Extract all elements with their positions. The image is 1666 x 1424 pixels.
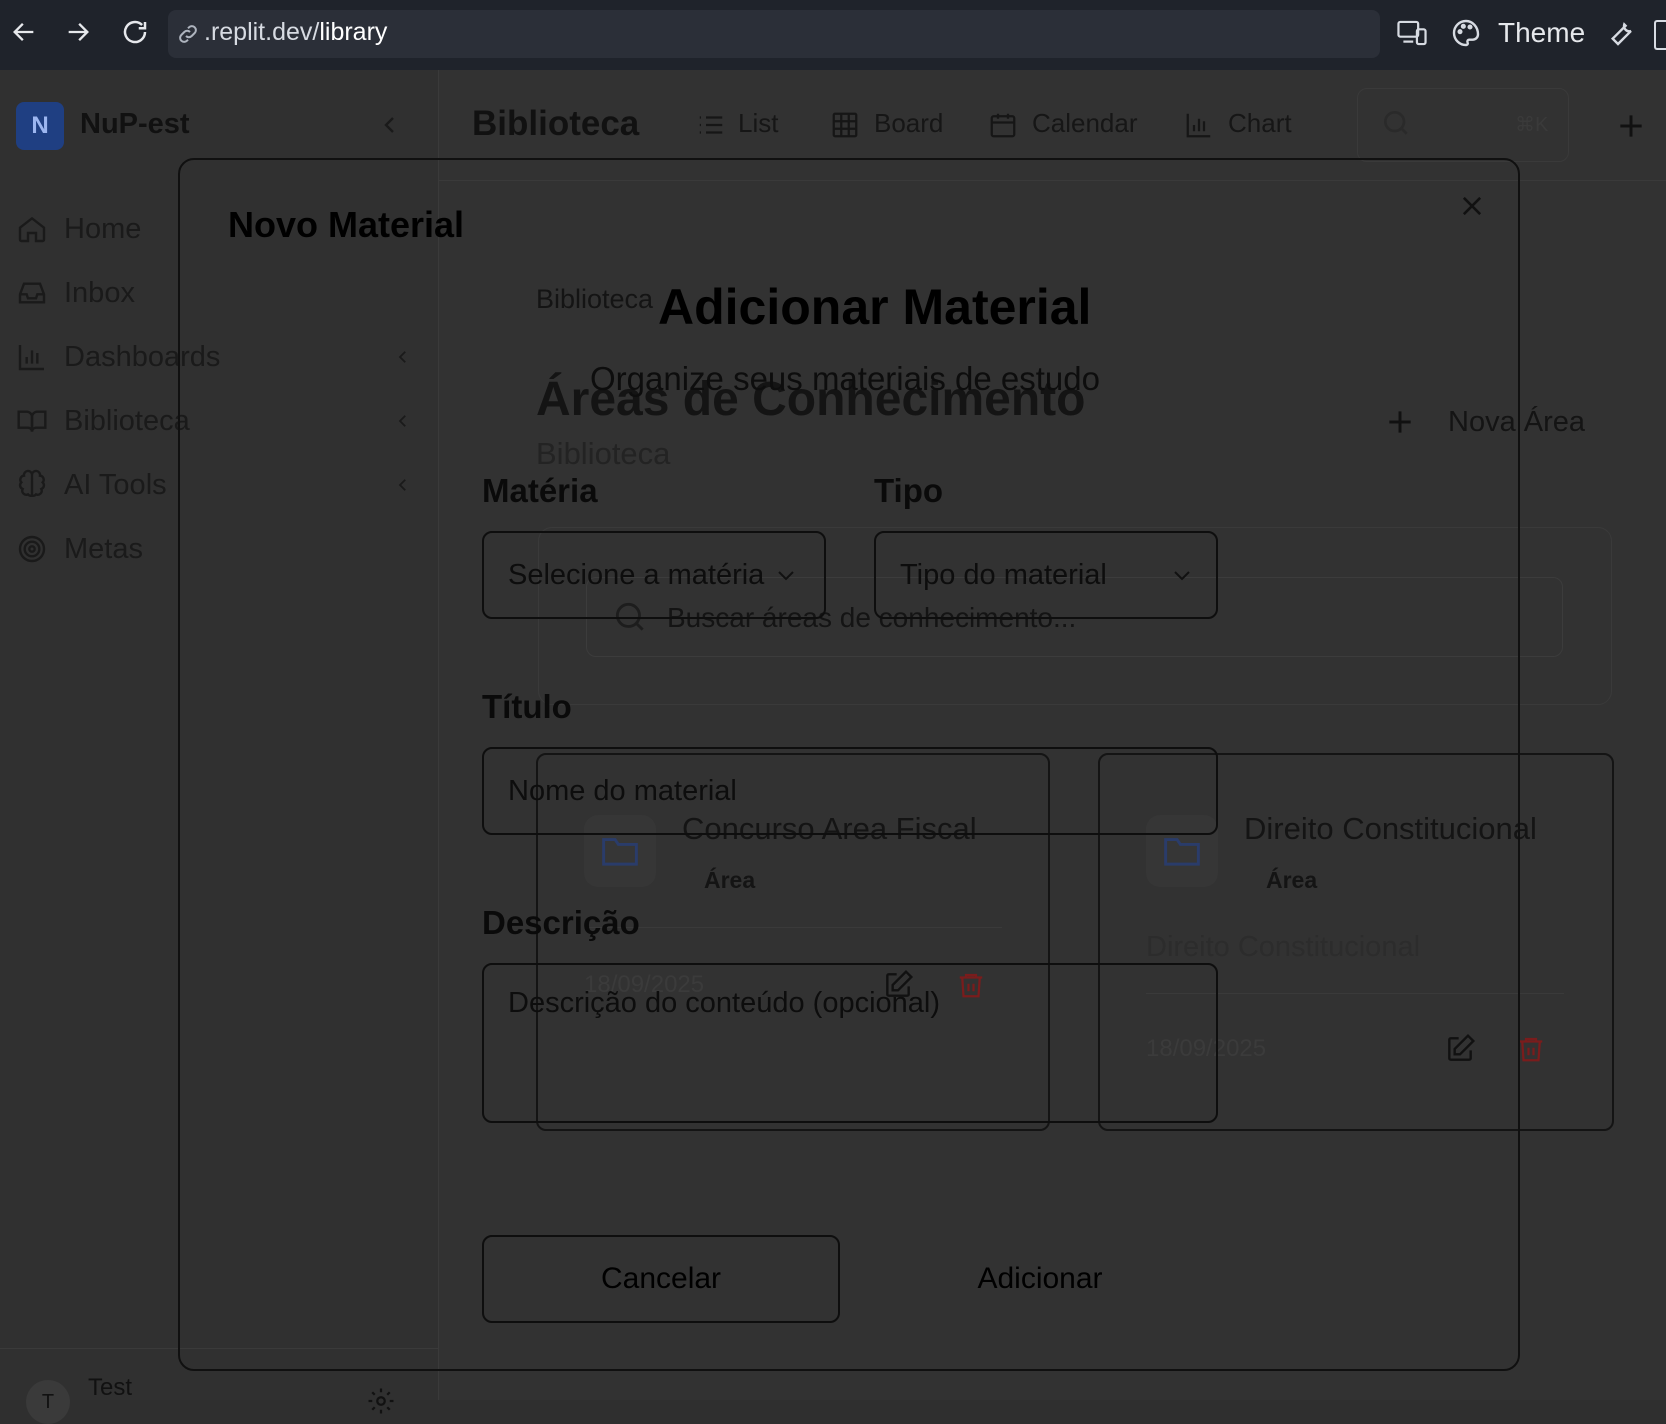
title-label: Título bbox=[482, 688, 572, 725]
subject-select[interactable]: Selecione a matéria bbox=[482, 531, 826, 619]
sidebar-item-label: Biblioteca bbox=[64, 405, 190, 437]
dialog-heading: Adicionar Material bbox=[658, 279, 1092, 335]
wrench-icon[interactable] bbox=[1606, 16, 1638, 48]
reload-icon[interactable] bbox=[120, 17, 150, 47]
close-icon[interactable] bbox=[1458, 192, 1486, 220]
type-placeholder: Tipo do material bbox=[900, 559, 1107, 591]
sidebar-item-label: Home bbox=[64, 213, 142, 245]
sidebar-item-label: Metas bbox=[64, 533, 143, 565]
browser-toolbar: .replit.dev/library Theme bbox=[0, 0, 1666, 70]
type-label: Tipo bbox=[874, 472, 944, 509]
title-input[interactable]: Nome do material bbox=[482, 747, 1218, 835]
type-select[interactable]: Tipo do material bbox=[874, 531, 1218, 619]
target-icon bbox=[16, 533, 48, 565]
tab-label: Chart bbox=[1228, 108, 1292, 138]
description-textarea[interactable]: Descrição do conteúdo (opcional) bbox=[482, 963, 1218, 1123]
user-name[interactable]: Test bbox=[88, 1374, 132, 1402]
plus-icon[interactable] bbox=[1615, 110, 1647, 142]
home-icon bbox=[16, 213, 48, 245]
calendar-icon bbox=[988, 110, 1018, 140]
dialog-title: Novo Material bbox=[228, 204, 465, 245]
url-text: .replit.dev/library bbox=[204, 18, 388, 46]
subject-label: Matéria bbox=[482, 472, 598, 509]
book-icon bbox=[16, 405, 48, 437]
tab-label: List bbox=[738, 108, 779, 138]
grid-icon bbox=[830, 110, 860, 140]
description-placeholder: Descrição do conteúdo (opcional) bbox=[508, 987, 941, 1019]
link-icon bbox=[176, 22, 200, 46]
devices-icon[interactable] bbox=[1396, 18, 1428, 48]
add-button[interactable]: Adicionar bbox=[905, 1235, 1175, 1323]
brain-icon bbox=[16, 469, 48, 501]
title-placeholder: Nome do material bbox=[508, 775, 737, 807]
dialog-subtitle: Organize seus materiais de estudo bbox=[590, 360, 1100, 397]
search-icon bbox=[1380, 107, 1412, 139]
list-icon bbox=[696, 110, 726, 140]
tab-label: Calendar bbox=[1032, 108, 1138, 138]
settings-gear-icon[interactable] bbox=[366, 1386, 396, 1416]
chevron-down-icon bbox=[774, 563, 798, 587]
collapse-sidebar-icon[interactable] bbox=[378, 112, 402, 138]
workspace-name[interactable]: NuP-est bbox=[80, 108, 190, 141]
palette-icon[interactable] bbox=[1450, 17, 1482, 49]
search-shortcut: ⌘K bbox=[1515, 114, 1549, 136]
cancel-button[interactable]: Cancelar bbox=[482, 1235, 840, 1323]
description-label: Descrição bbox=[482, 904, 640, 941]
bar-chart-icon bbox=[1184, 110, 1214, 140]
user-avatar: T bbox=[26, 1380, 70, 1424]
sidebar-item-label: Inbox bbox=[64, 277, 135, 309]
chevron-down-icon bbox=[1170, 563, 1194, 587]
bar-chart-icon bbox=[16, 341, 48, 373]
theme-button[interactable]: Theme bbox=[1498, 17, 1585, 49]
inbox-icon bbox=[16, 277, 48, 309]
trash-icon[interactable] bbox=[1516, 1033, 1546, 1065]
forward-arrow-icon[interactable] bbox=[64, 18, 92, 46]
sidebar-item-label: AI Tools bbox=[64, 469, 167, 501]
back-arrow-icon[interactable] bbox=[10, 18, 38, 46]
page-title: Biblioteca bbox=[472, 104, 640, 143]
subject-placeholder: Selecione a matéria bbox=[508, 559, 765, 591]
workspace-avatar: N bbox=[16, 102, 64, 150]
sidebar-toggle-icon[interactable] bbox=[1654, 20, 1666, 50]
tab-label: Board bbox=[874, 108, 944, 138]
